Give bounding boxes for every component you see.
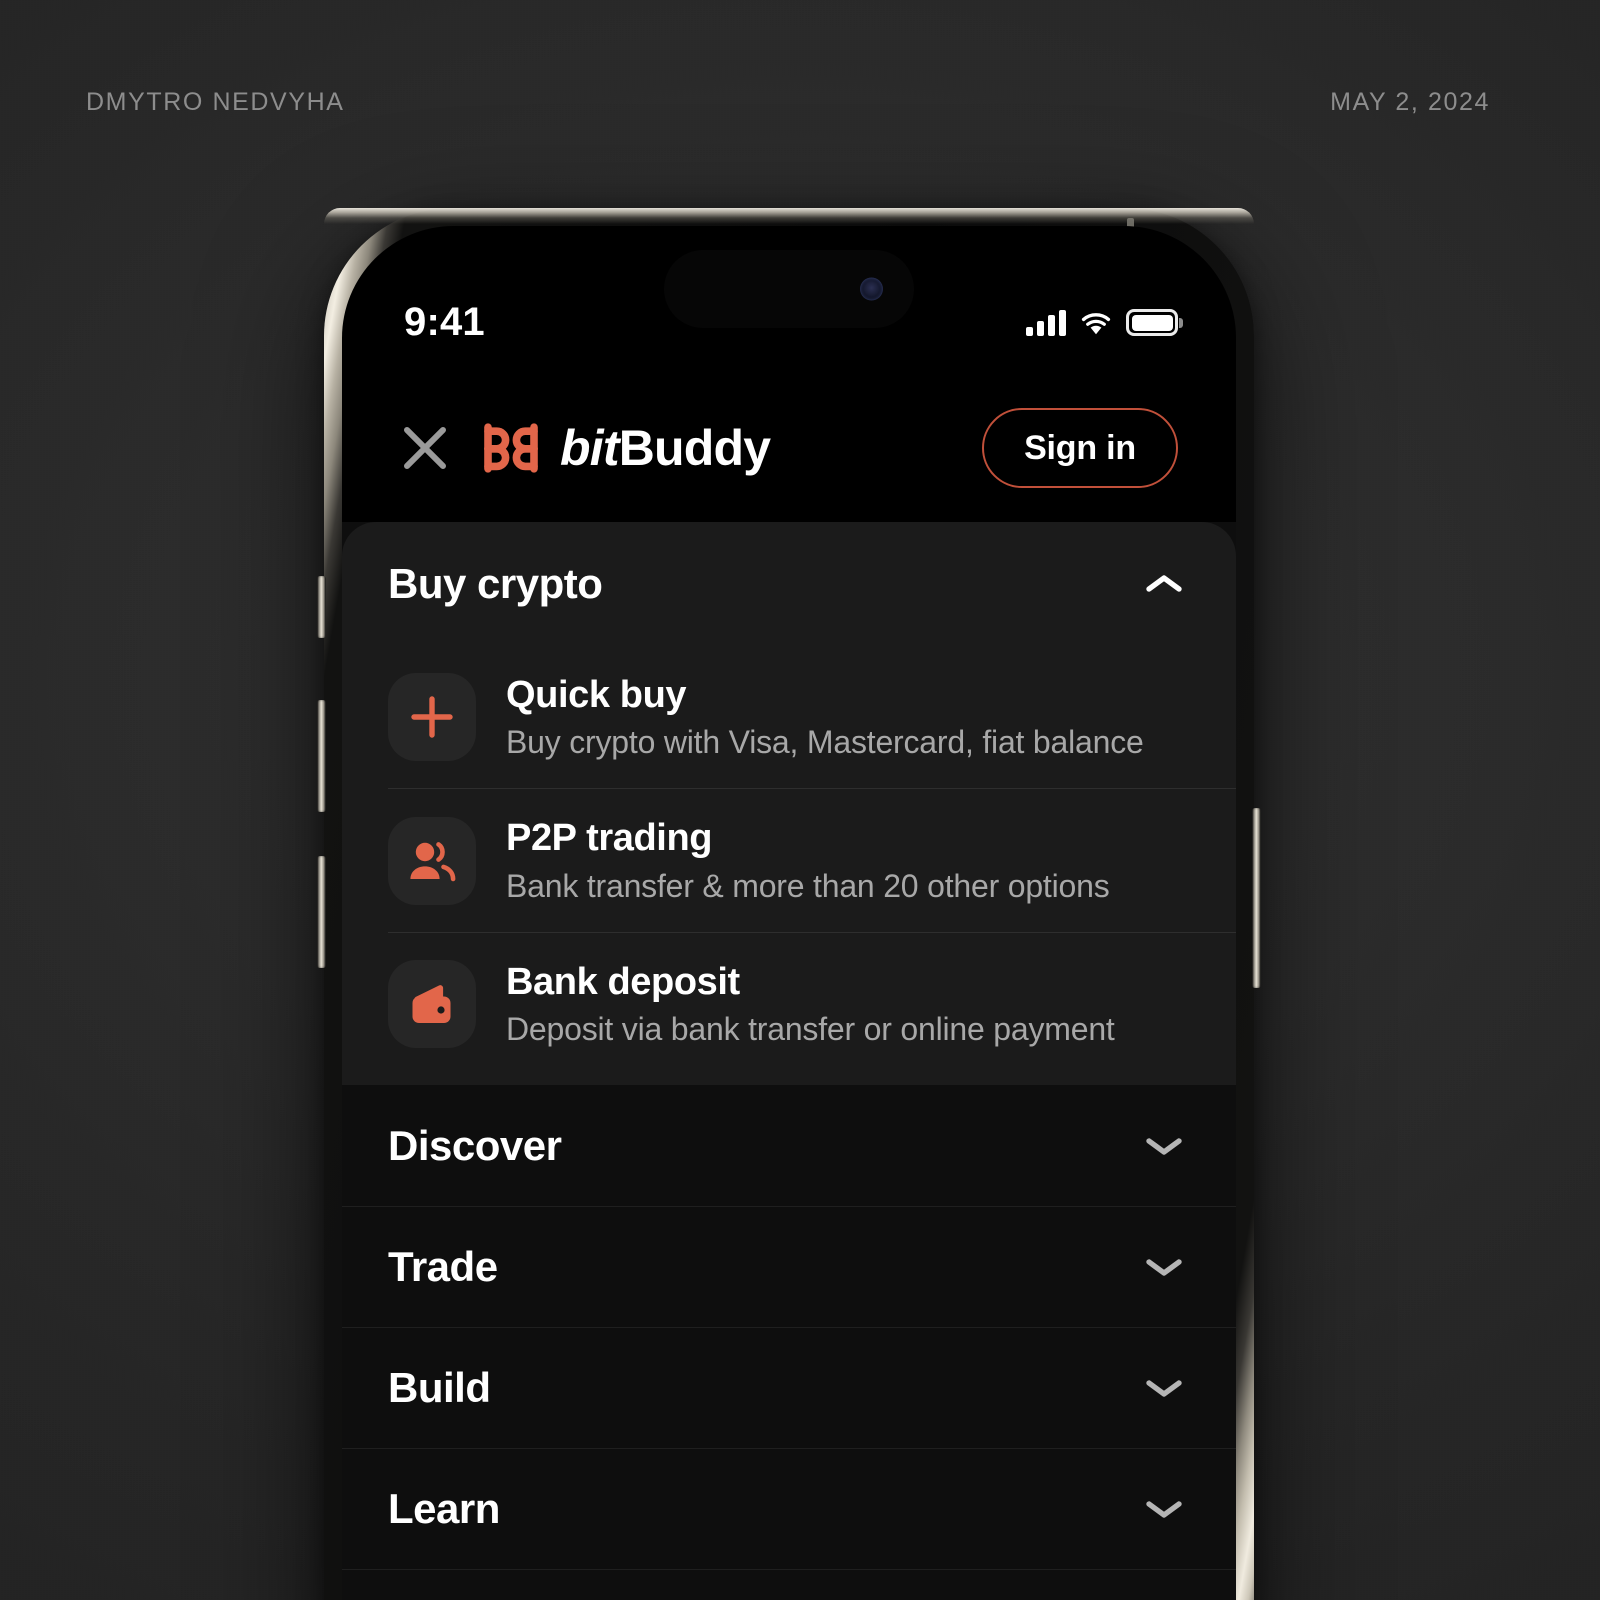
- two-people-icon: [410, 841, 456, 881]
- bitbuddy-logo-icon: [484, 423, 538, 473]
- menu-item-bank-deposit[interactable]: Bank deposit Deposit via bank transfer o…: [388, 931, 1236, 1075]
- plus-icon: [411, 696, 453, 738]
- brand-name: bitBuddy: [560, 420, 771, 476]
- app-header: bitBuddy Sign in: [342, 374, 1236, 522]
- sign-in-button[interactable]: Sign in: [982, 408, 1178, 488]
- menu-item-title: P2P trading: [506, 817, 713, 860]
- battery-full-icon: [1126, 309, 1178, 336]
- chevron-down-icon[interactable]: [1144, 1255, 1184, 1279]
- wifi-icon: [1081, 313, 1111, 335]
- brand-name-regular: Buddy: [618, 420, 771, 476]
- menu-item-title: Bank deposit: [506, 960, 740, 1003]
- chevron-down-icon[interactable]: [1144, 1497, 1184, 1521]
- bank-deposit-icon-tile: [388, 959, 476, 1048]
- status-indicators: [1026, 300, 1178, 336]
- p2p-trading-icon-tile: [388, 816, 476, 905]
- brand-lockup: bitBuddy: [480, 423, 982, 473]
- accordion-title-learn: Learn: [388, 1485, 500, 1533]
- accordion-title-buy-crypto: Buy crypto: [388, 560, 603, 607]
- accordion-header-build[interactable]: Build: [342, 1327, 1236, 1449]
- menu-item-subtitle: Bank transfer & more than 20 other optio…: [506, 867, 1110, 904]
- accordion-header-discover[interactable]: Discover: [342, 1085, 1236, 1207]
- dynamic-island: [664, 250, 914, 328]
- phone-screen: 9:41 bitBuddy Sign in Buy crypto Quick b…: [342, 226, 1236, 1600]
- accordion-header-learn[interactable]: Learn: [342, 1448, 1236, 1570]
- wallet-icon: [412, 985, 451, 1023]
- accordion-title-trade: Trade: [388, 1243, 498, 1291]
- p2p-trading-text: P2P trading Bank transfer & more than 20…: [506, 815, 1110, 905]
- navigation-menu: Buy crypto Quick buy Buy crypto with Vis…: [342, 522, 1236, 1600]
- buy-crypto-item-list: Quick buy Buy crypto with Visa, Masterca…: [342, 646, 1236, 1075]
- front-camera-icon: [860, 277, 883, 301]
- quick-buy-text: Quick buy Buy crypto with Visa, Masterca…: [506, 672, 1144, 762]
- chevron-down-icon[interactable]: [1144, 1134, 1184, 1158]
- menu-item-subtitle: Buy crypto with Visa, Mastercard, fiat b…: [506, 724, 1144, 761]
- close-icon[interactable]: [394, 417, 456, 479]
- menu-item-quick-buy[interactable]: Quick buy Buy crypto with Visa, Masterca…: [388, 646, 1236, 788]
- menu-item-subtitle: Deposit via bank transfer or online paym…: [506, 1011, 1115, 1048]
- volume-up-button[interactable]: [317, 700, 326, 812]
- volume-down-button[interactable]: [317, 856, 326, 968]
- date-caption: MAY 2, 2024: [1330, 88, 1490, 116]
- status-time: 9:41: [404, 300, 485, 344]
- phone-device-frame: 9:41 bitBuddy Sign in Buy crypto Quick b…: [317, 208, 1261, 1600]
- accordion-header-trade[interactable]: Trade: [342, 1206, 1236, 1328]
- accordion-group-buy-crypto: Buy crypto Quick buy Buy crypto with Vis…: [342, 522, 1236, 1086]
- power-button[interactable]: [1252, 808, 1261, 988]
- screenshot-canvas: DMYTRO NEDVYHA MAY 2, 2024 9:41 bitBuddy…: [0, 0, 1600, 1600]
- menu-item-title: Quick buy: [506, 674, 687, 716]
- accordion-header-buy-crypto[interactable]: Buy crypto: [342, 522, 1236, 646]
- silent-switch-button[interactable]: [317, 576, 326, 638]
- quick-buy-icon-tile: [388, 673, 476, 762]
- accordion-header-next-partial[interactable]: [342, 1569, 1236, 1600]
- chevron-down-icon[interactable]: [1144, 1376, 1184, 1400]
- menu-item-p2p-trading[interactable]: P2P trading Bank transfer & more than 20…: [388, 788, 1236, 931]
- phone-top-edge: [324, 208, 1254, 224]
- status-bar: 9:41: [342, 226, 1236, 374]
- brand-name-italic: bit: [560, 420, 619, 476]
- accordion-title-build: Build: [388, 1364, 491, 1412]
- chevron-up-icon[interactable]: [1144, 572, 1184, 596]
- signal-bars-icon: [1026, 310, 1066, 336]
- author-caption: DMYTRO NEDVYHA: [86, 88, 345, 116]
- accordion-title-discover: Discover: [388, 1121, 562, 1169]
- bank-deposit-text: Bank deposit Deposit via bank transfer o…: [506, 959, 1115, 1049]
